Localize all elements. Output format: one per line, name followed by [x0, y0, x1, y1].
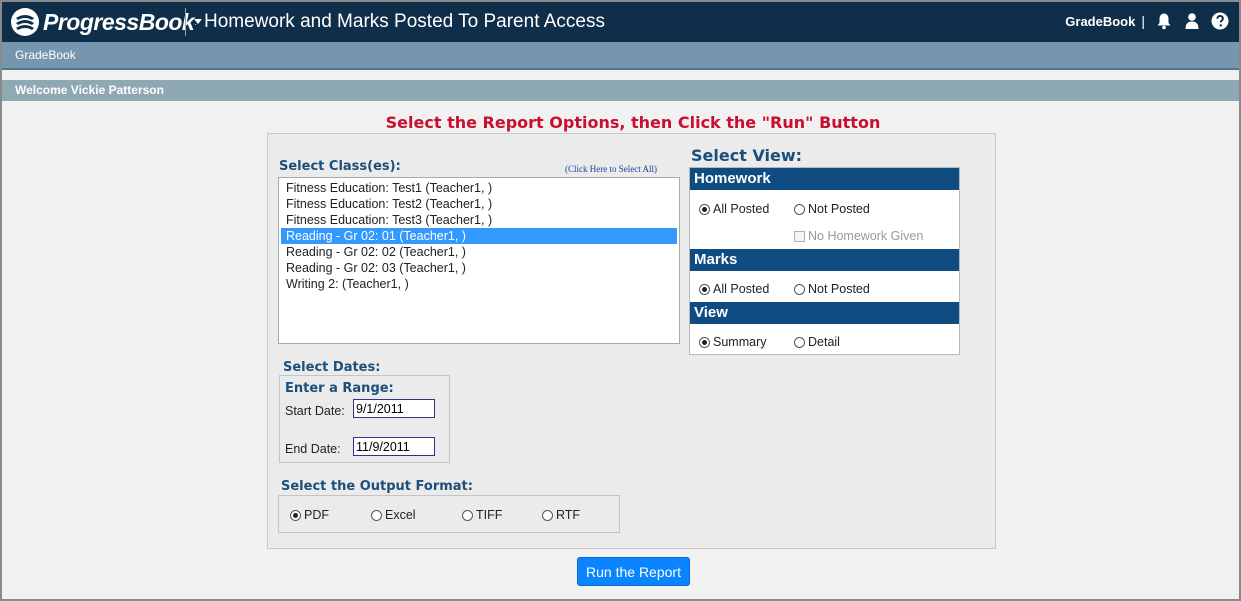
class-list-item[interactable]: Reading - Gr 02: 01 (Teacher1, )	[281, 228, 677, 244]
title-separator	[185, 8, 186, 36]
header-divider: |	[1141, 13, 1145, 29]
output-rtf-label: RTF	[556, 508, 581, 522]
select-classes-label: Select Class(es):	[279, 159, 401, 174]
marks-heading: Marks	[690, 249, 959, 271]
gradebook-link[interactable]: GradeBook	[1065, 14, 1135, 29]
view-summary-label: Summary	[713, 335, 767, 349]
output-excel-option[interactable]: Excel	[371, 508, 416, 522]
homework-all-posted-option[interactable]: All Posted	[699, 202, 769, 216]
navbar-item-gradebook[interactable]: GradeBook	[15, 48, 76, 62]
start-date-label: Start Date:	[285, 404, 345, 418]
caret-down-icon[interactable]	[194, 19, 202, 24]
select-view-label: Select View:	[691, 146, 803, 165]
instruction-text: Select the Report Options, then Click th…	[385, 113, 881, 132]
user-icon[interactable]	[1183, 12, 1201, 30]
date-range-box: Enter a Range: Start Date: End Date:	[279, 375, 450, 463]
homework-heading: Homework	[690, 168, 959, 190]
output-tiff-radio[interactable]	[462, 509, 473, 521]
output-rtf-option[interactable]: RTF	[542, 508, 580, 522]
class-list-item[interactable]: Reading - Gr 02: 03 (Teacher1, )	[281, 260, 677, 276]
help-icon[interactable]	[1211, 12, 1229, 30]
report-options-panel: Select Class(es): (Click Here to Select …	[267, 133, 996, 549]
end-date-label: End Date:	[285, 442, 341, 456]
output-tiff-label: TIFF	[476, 508, 503, 522]
marks-not-posted-radio[interactable]	[794, 283, 805, 295]
output-tiff-option[interactable]: TIFF	[462, 508, 502, 522]
output-rtf-radio[interactable]	[542, 509, 553, 521]
bell-icon[interactable]	[1155, 12, 1173, 30]
class-list-item[interactable]: Reading - Gr 02: 02 (Teacher1, )	[281, 244, 677, 260]
start-date-input[interactable]	[353, 399, 435, 418]
view-summary-option[interactable]: Summary	[699, 335, 766, 349]
output-format-group: PDF Excel TIFF RTF	[278, 495, 620, 533]
no-homework-given-checkbox	[794, 230, 805, 242]
homework-not-posted-radio[interactable]	[794, 203, 805, 215]
view-options-box: Homework All Posted Not Posted No Homewo…	[689, 167, 960, 355]
output-pdf-option[interactable]: PDF	[290, 508, 329, 522]
marks-all-posted-label: All Posted	[713, 282, 770, 296]
select-all-link[interactable]: (Click Here to Select All)	[565, 164, 657, 174]
view-summary-radio[interactable]	[699, 336, 710, 348]
end-date-input[interactable]	[353, 437, 435, 456]
marks-not-posted-option[interactable]: Not Posted	[794, 282, 870, 296]
view-detail-radio[interactable]	[794, 336, 805, 348]
logo-text: ProgressBook	[43, 8, 195, 35]
homework-all-posted-radio[interactable]	[699, 203, 710, 215]
output-format-label: Select the Output Format:	[281, 479, 473, 494]
homework-not-posted-label: Not Posted	[808, 202, 870, 216]
homework-all-posted-label: All Posted	[713, 202, 770, 216]
view-detail-option[interactable]: Detail	[794, 335, 840, 349]
class-list-item[interactable]: Fitness Education: Test2 (Teacher1, )	[281, 196, 677, 212]
enter-range-label: Enter a Range:	[285, 381, 394, 396]
header-actions: GradeBook |	[1065, 12, 1229, 30]
marks-all-posted-option[interactable]: All Posted	[699, 282, 769, 296]
class-list-item[interactable]: Fitness Education: Test1 (Teacher1, )	[281, 180, 677, 196]
view-type-heading: View	[690, 302, 959, 324]
view-detail-label: Detail	[808, 335, 840, 349]
no-homework-given-label: No Homework Given	[808, 229, 924, 243]
welcome-bar: Welcome Vickie Patterson	[2, 80, 1239, 101]
output-pdf-label: PDF	[304, 508, 329, 522]
progressbook-logo-icon	[11, 8, 39, 36]
class-list-item[interactable]: Fitness Education: Test3 (Teacher1, )	[281, 212, 677, 228]
page-title[interactable]: Homework and Marks Posted To Parent Acce…	[204, 11, 605, 33]
select-dates-label: Select Dates:	[283, 360, 381, 375]
module-navbar: GradeBook	[2, 42, 1239, 70]
output-excel-label: Excel	[385, 508, 416, 522]
app-window: ProgressBook . Homework and Marks Posted…	[0, 0, 1241, 601]
top-header: ProgressBook . Homework and Marks Posted…	[2, 2, 1239, 42]
output-excel-radio[interactable]	[371, 509, 382, 521]
output-pdf-radio[interactable]	[290, 509, 301, 521]
run-report-button[interactable]: Run the Report	[577, 557, 690, 586]
class-list-item[interactable]: Writing 2: (Teacher1, )	[281, 276, 677, 292]
no-homework-given-option: No Homework Given	[794, 229, 923, 243]
progressbook-logo[interactable]: ProgressBook .	[10, 6, 196, 38]
welcome-text: Welcome Vickie Patterson	[15, 83, 164, 97]
marks-all-posted-radio[interactable]	[699, 283, 710, 295]
class-listbox[interactable]: Fitness Education: Test1 (Teacher1, ) Fit…	[278, 177, 680, 344]
marks-not-posted-label: Not Posted	[808, 282, 870, 296]
homework-not-posted-option[interactable]: Not Posted	[794, 202, 870, 216]
